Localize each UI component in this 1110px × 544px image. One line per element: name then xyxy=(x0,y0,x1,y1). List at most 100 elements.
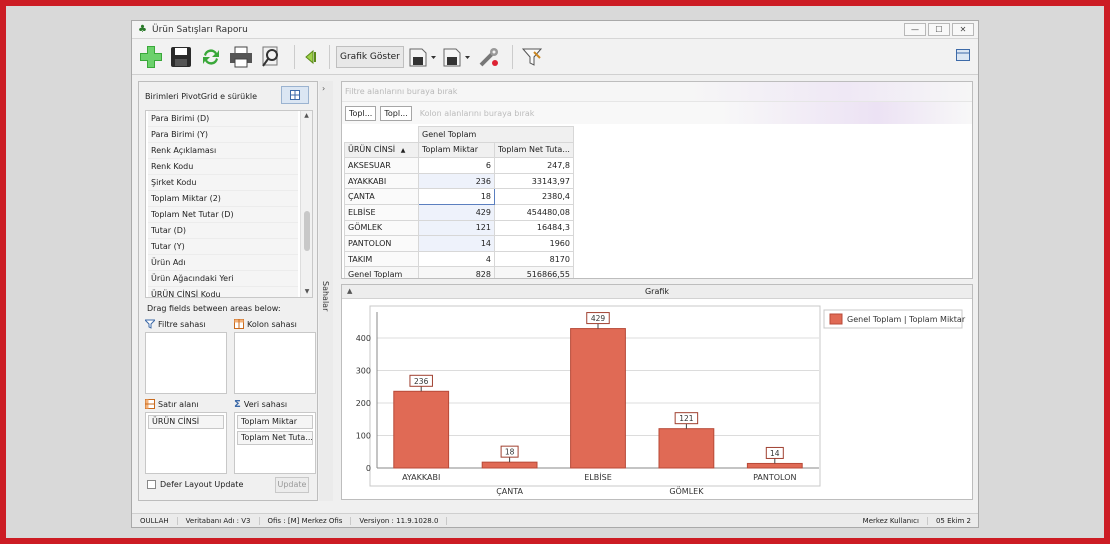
app-icon: ♣ xyxy=(138,23,147,35)
y-tick-label: 200 xyxy=(356,399,371,408)
field-item[interactable]: Tutar (Y) xyxy=(148,239,298,255)
filter-drop-area[interactable] xyxy=(145,332,227,394)
cell-net[interactable]: 454480,08 xyxy=(494,203,574,221)
collapse-icon[interactable]: ▲ xyxy=(347,285,352,298)
row-label[interactable]: TAKIM xyxy=(344,250,419,268)
cell-qty[interactable]: 121 xyxy=(418,219,495,237)
cell-net[interactable]: 16484,3 xyxy=(494,219,574,237)
cell-qty[interactable]: 14 xyxy=(418,235,495,252)
data-label: 236 xyxy=(414,377,429,386)
field-item[interactable]: Para Birimi (Y) xyxy=(148,127,298,143)
export-icon[interactable] xyxy=(408,44,438,70)
filter-icon[interactable] xyxy=(519,44,545,70)
x-tick-label: ÇANTA xyxy=(496,487,523,496)
defer-layout-option[interactable]: Defer Layout Update xyxy=(147,480,243,489)
sigma-icon: Σ xyxy=(234,399,241,410)
cell-qty[interactable]: 6 xyxy=(418,157,495,174)
total-net[interactable]: 516866,55 xyxy=(494,266,574,278)
minimize-button[interactable]: — xyxy=(904,23,926,36)
column-header[interactable]: Toplam Miktar xyxy=(418,141,495,159)
field-item[interactable]: Toplam Miktar (2) xyxy=(148,191,298,207)
filter-icon xyxy=(145,319,155,329)
data-label: 14 xyxy=(770,449,780,458)
cell-qty[interactable]: 236 xyxy=(418,172,495,190)
field-item[interactable]: Tutar (D) xyxy=(148,223,298,239)
field-item[interactable]: Ürün Ağacındaki Yeri xyxy=(148,271,298,287)
field-item[interactable]: Ürün Adı xyxy=(148,255,298,271)
total-qty[interactable]: 828 xyxy=(418,266,495,278)
grand-total-header: Genel Toplam xyxy=(418,126,574,143)
scroll-down-icon[interactable]: ▼ xyxy=(301,287,312,297)
preview-icon[interactable] xyxy=(258,44,284,70)
field-item[interactable]: Renk Kodu xyxy=(148,159,298,175)
refresh-icon[interactable] xyxy=(198,44,224,70)
row-label[interactable]: ELBİSE xyxy=(344,203,419,221)
row-drop-area[interactable]: ÜRÜN CİNSİ xyxy=(145,412,227,474)
field-picker-button[interactable] xyxy=(281,86,309,104)
field-list[interactable]: Para Birimi (D) Para Birimi (Y) Renk Açı… xyxy=(145,110,313,298)
row-grid-icon xyxy=(145,399,155,409)
row-label[interactable]: PANTOLON xyxy=(344,235,419,252)
field-item[interactable]: Şirket Kodu xyxy=(148,175,298,191)
row-field-chip[interactable]: ÜRÜN CİNSİ xyxy=(148,415,224,429)
layout-icon[interactable] xyxy=(956,49,970,64)
cell-net[interactable]: 33143,97 xyxy=(494,172,574,190)
column-placeholder: Kolon alanlarını buraya bırak xyxy=(419,108,535,118)
defer-label: Defer Layout Update xyxy=(160,480,244,489)
cell-qty[interactable]: 429 xyxy=(418,203,495,221)
column-field-chip[interactable]: Topl... xyxy=(380,105,412,121)
add-icon[interactable] xyxy=(138,44,164,70)
data-field-chip[interactable]: Toplam Miktar xyxy=(237,415,313,429)
row-field-header[interactable]: ÜRÜN CİNSİ ▲ xyxy=(344,141,419,159)
scroll-up-icon[interactable]: ▲ xyxy=(301,111,312,121)
data-drop-area[interactable]: Toplam Miktar Toplam Net Tuta... xyxy=(234,412,316,474)
x-tick-label: AYAKKABI xyxy=(402,473,440,482)
update-button[interactable]: Update xyxy=(275,477,309,493)
y-tick-label: 300 xyxy=(356,367,371,376)
filter-area-label: Filtre sahası xyxy=(145,319,206,329)
close-button[interactable]: ✕ xyxy=(952,23,974,36)
row-label[interactable]: AKSESUAR xyxy=(344,157,419,174)
export2-icon[interactable] xyxy=(442,44,472,70)
filter-drop-zone[interactable]: Filtre alanlarını buraya bırak xyxy=(342,82,972,102)
cell-qty-selected[interactable]: 18 xyxy=(418,188,495,205)
print-icon[interactable] xyxy=(228,44,254,70)
cell-net[interactable]: 2380,4 xyxy=(494,188,574,205)
save-icon[interactable] xyxy=(168,44,194,70)
data-field-chip[interactable]: Toplam Net Tuta... xyxy=(237,431,313,445)
table-row: GÖMLEK 121 16484,3 xyxy=(344,219,574,237)
field-item[interactable]: Para Birimi (D) xyxy=(148,111,298,127)
cell-net[interactable]: 1960 xyxy=(494,235,574,252)
back-icon[interactable] xyxy=(301,44,319,70)
status-item: Versiyon : 11.9.1028.0 xyxy=(351,516,448,525)
column-drop-zone[interactable]: Topl... Topl... Kolon alanlarını buraya … xyxy=(342,102,972,124)
bar xyxy=(746,462,803,469)
row-label[interactable]: AYAKKABI xyxy=(344,172,419,190)
cell-net[interactable]: 247,8 xyxy=(494,157,574,174)
field-item[interactable]: Toplam Net Tutar (D) xyxy=(148,207,298,223)
y-tick-label: 100 xyxy=(356,432,371,441)
column-header[interactable]: Toplam Net Tuta... xyxy=(494,141,574,159)
grafik-goster-button[interactable]: Grafik Göster xyxy=(336,45,404,68)
drag-hint: Drag fields between areas below: xyxy=(147,304,281,313)
settings-icon[interactable] xyxy=(476,44,502,70)
y-tick-label: 0 xyxy=(366,464,371,473)
table-row: AYAKKABI 236 33143,97 xyxy=(344,172,574,190)
cell-net[interactable]: 8170 xyxy=(494,250,574,268)
defer-checkbox[interactable] xyxy=(147,480,156,489)
y-tick-label: 400 xyxy=(356,334,371,343)
column-field-chip[interactable]: Topl... xyxy=(345,105,377,121)
bar-chart: 0 100 200 300 400 236 AYAKKABI 18 ÇANTA 429 ELBİSE… xyxy=(356,305,966,496)
pivot-grid: Filtre alanlarını buraya bırak Topl... T… xyxy=(341,81,973,279)
maximize-button[interactable]: ☐ xyxy=(928,23,950,36)
column-drop-area[interactable] xyxy=(234,332,316,394)
field-item[interactable]: ÜRÜN CİNSİ Kodu xyxy=(148,287,298,297)
field-list-scrollbar[interactable]: ▲ ▼ xyxy=(300,111,312,297)
scroll-thumb[interactable] xyxy=(304,211,310,251)
panel-splitter[interactable]: › Sahalar xyxy=(319,81,333,501)
cell-qty[interactable]: 4 xyxy=(418,250,495,268)
row-label[interactable]: GÖMLEK xyxy=(344,219,419,237)
row-label[interactable]: ÇANTA xyxy=(344,188,419,205)
field-item[interactable]: Renk Açıklaması xyxy=(148,143,298,159)
chevron-right-icon[interactable]: › xyxy=(322,84,325,93)
